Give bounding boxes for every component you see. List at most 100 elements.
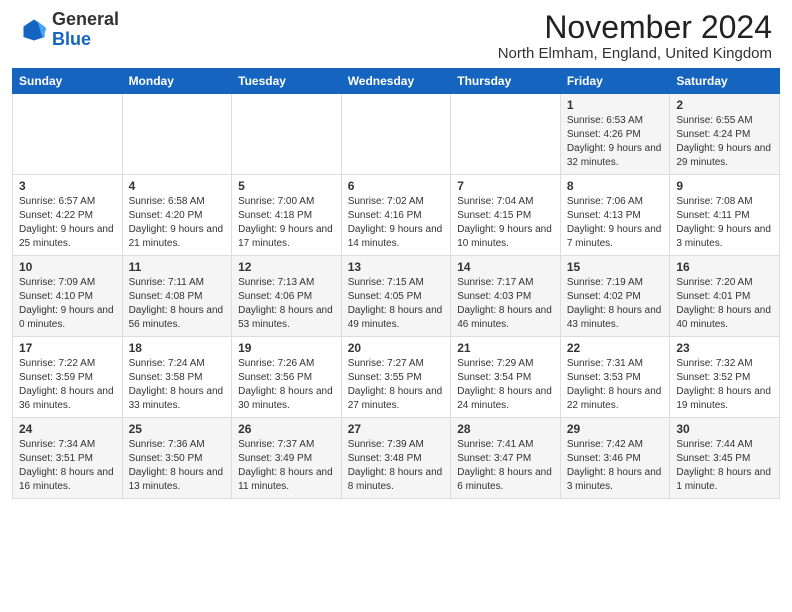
calendar-cell: 9Sunrise: 7:08 AM Sunset: 4:11 PM Daylig… (670, 175, 780, 256)
month-title: November 2024 (498, 10, 772, 45)
day-info: Sunrise: 7:17 AM Sunset: 4:03 PM Dayligh… (457, 276, 554, 332)
day-info: Sunrise: 7:41 AM Sunset: 3:47 PM Dayligh… (457, 438, 554, 494)
weekday-row: Sunday Monday Tuesday Wednesday Thursday… (13, 69, 780, 94)
day-info: Sunrise: 7:39 AM Sunset: 3:48 PM Dayligh… (348, 438, 445, 494)
day-number: 18 (129, 341, 226, 355)
day-info: Sunrise: 7:20 AM Sunset: 4:01 PM Dayligh… (676, 276, 773, 332)
calendar-cell: 15Sunrise: 7:19 AM Sunset: 4:02 PM Dayli… (560, 256, 670, 337)
day-info: Sunrise: 6:53 AM Sunset: 4:26 PM Dayligh… (567, 114, 664, 170)
day-number: 28 (457, 422, 554, 436)
header-thursday: Thursday (451, 69, 561, 94)
header-wednesday: Wednesday (341, 69, 451, 94)
calendar-cell: 16 Sunrise: 7:20 AM Sunset: 4:01 PM Dayli… (670, 256, 780, 337)
calendar-cell: 2Sunrise: 6:55 AM Sunset: 4:24 PM Daylig… (670, 94, 780, 175)
day-number: 6 (348, 179, 445, 193)
calendar-cell: 7Sunrise: 7:04 AM Sunset: 4:15 PM Daylig… (451, 175, 561, 256)
calendar-cell: 4 Sunrise: 6:58 AM Sunset: 4:20 PM Daylig… (122, 175, 232, 256)
day-info: Sunrise: 7:24 AM Sunset: 3:58 PM Dayligh… (129, 357, 226, 413)
calendar-cell (232, 94, 342, 175)
day-info: Sunrise: 7:31 AM Sunset: 3:53 PM Dayligh… (567, 357, 664, 413)
calendar-header: Sunday Monday Tuesday Wednesday Thursday… (13, 69, 780, 94)
day-number: 26 (238, 422, 335, 436)
day-info: Sunrise: 7:08 AM Sunset: 4:11 PM Dayligh… (676, 195, 773, 251)
day-number: 10 (19, 260, 116, 274)
day-number: 16 (676, 260, 773, 274)
logo-general-text: General (52, 9, 119, 29)
calendar-cell: 5 Sunrise: 7:00 AM Sunset: 4:18 PM Daylig… (232, 175, 342, 256)
day-info: Sunrise: 6:58 AM Sunset: 4:20 PM Dayligh… (129, 195, 226, 251)
calendar-cell: 17 Sunrise: 7:22 AM Sunset: 3:59 PM Dayli… (13, 337, 123, 418)
logo-text: General Blue (52, 10, 119, 50)
logo-icon (20, 16, 48, 44)
day-number: 8 (567, 179, 664, 193)
day-number: 12 (238, 260, 335, 274)
day-info: Sunrise: 7:27 AM Sunset: 3:55 PM Dayligh… (348, 357, 445, 413)
calendar-week-5: 24Sunrise: 7:34 AM Sunset: 3:51 PM Dayli… (13, 418, 780, 499)
day-number: 3 (19, 179, 116, 193)
day-info: Sunrise: 7:26 AM Sunset: 3:56 PM Dayligh… (238, 357, 335, 413)
title-area: November 2024 North Elmham, England, Uni… (498, 10, 772, 62)
calendar-cell: 18 Sunrise: 7:24 AM Sunset: 3:58 PM Dayli… (122, 337, 232, 418)
day-info: Sunrise: 7:02 AM Sunset: 4:16 PM Dayligh… (348, 195, 445, 251)
day-number: 4 (129, 179, 226, 193)
calendar-cell: 14 Sunrise: 7:17 AM Sunset: 4:03 PM Dayli… (451, 256, 561, 337)
day-number: 14 (457, 260, 554, 274)
calendar-week-4: 17 Sunrise: 7:22 AM Sunset: 3:59 PM Dayli… (13, 337, 780, 418)
calendar-cell: 30Sunrise: 7:44 AM Sunset: 3:45 PM Dayli… (670, 418, 780, 499)
day-number: 13 (348, 260, 445, 274)
day-info: Sunrise: 7:29 AM Sunset: 3:54 PM Dayligh… (457, 357, 554, 413)
calendar-cell (122, 94, 232, 175)
page-header: General Blue November 2024 North Elmham,… (0, 0, 792, 68)
calendar-cell: 21 Sunrise: 7:29 AM Sunset: 3:54 PM Dayli… (451, 337, 561, 418)
calendar-cell: 11 Sunrise: 7:11 AM Sunset: 4:08 PM Dayli… (122, 256, 232, 337)
day-info: Sunrise: 7:09 AM Sunset: 4:10 PM Dayligh… (19, 276, 116, 332)
calendar-body: 1 Sunrise: 6:53 AM Sunset: 4:26 PM Daylig… (13, 94, 780, 499)
calendar-cell: 3 Sunrise: 6:57 AM Sunset: 4:22 PM Daylig… (13, 175, 123, 256)
day-number: 25 (129, 422, 226, 436)
day-info: Sunrise: 7:42 AM Sunset: 3:46 PM Dayligh… (567, 438, 664, 494)
header-saturday: Saturday (670, 69, 780, 94)
calendar-cell: 1 Sunrise: 6:53 AM Sunset: 4:26 PM Daylig… (560, 94, 670, 175)
calendar-cell: 6 Sunrise: 7:02 AM Sunset: 4:16 PM Daylig… (341, 175, 451, 256)
day-number: 15 (567, 260, 664, 274)
day-info: Sunrise: 7:11 AM Sunset: 4:08 PM Dayligh… (129, 276, 226, 332)
day-number: 20 (348, 341, 445, 355)
calendar-cell: 22Sunrise: 7:31 AM Sunset: 3:53 PM Dayli… (560, 337, 670, 418)
calendar-week-1: 1 Sunrise: 6:53 AM Sunset: 4:26 PM Daylig… (13, 94, 780, 175)
day-number: 24 (19, 422, 116, 436)
calendar-week-3: 10 Sunrise: 7:09 AM Sunset: 4:10 PM Dayli… (13, 256, 780, 337)
calendar-week-2: 3 Sunrise: 6:57 AM Sunset: 4:22 PM Daylig… (13, 175, 780, 256)
day-number: 1 (567, 98, 664, 112)
calendar-cell: 13Sunrise: 7:15 AM Sunset: 4:05 PM Dayli… (341, 256, 451, 337)
day-info: Sunrise: 7:32 AM Sunset: 3:52 PM Dayligh… (676, 357, 773, 413)
day-number: 5 (238, 179, 335, 193)
day-info: Sunrise: 7:00 AM Sunset: 4:18 PM Dayligh… (238, 195, 335, 251)
day-number: 19 (238, 341, 335, 355)
calendar-cell: 12Sunrise: 7:13 AM Sunset: 4:06 PM Dayli… (232, 256, 342, 337)
calendar-table: Sunday Monday Tuesday Wednesday Thursday… (12, 68, 780, 499)
calendar: Sunday Monday Tuesday Wednesday Thursday… (12, 68, 780, 499)
header-friday: Friday (560, 69, 670, 94)
calendar-cell: 27Sunrise: 7:39 AM Sunset: 3:48 PM Dayli… (341, 418, 451, 499)
calendar-cell: 28 Sunrise: 7:41 AM Sunset: 3:47 PM Dayli… (451, 418, 561, 499)
calendar-cell: 8 Sunrise: 7:06 AM Sunset: 4:13 PM Daylig… (560, 175, 670, 256)
calendar-cell (451, 94, 561, 175)
day-number: 23 (676, 341, 773, 355)
header-sunday: Sunday (13, 69, 123, 94)
day-info: Sunrise: 7:36 AM Sunset: 3:50 PM Dayligh… (129, 438, 226, 494)
location: North Elmham, England, United Kingdom (498, 45, 772, 62)
calendar-cell: 29 Sunrise: 7:42 AM Sunset: 3:46 PM Dayli… (560, 418, 670, 499)
day-number: 30 (676, 422, 773, 436)
logo: General Blue (20, 10, 119, 50)
day-number: 11 (129, 260, 226, 274)
day-number: 21 (457, 341, 554, 355)
day-info: Sunrise: 7:22 AM Sunset: 3:59 PM Dayligh… (19, 357, 116, 413)
day-info: Sunrise: 7:06 AM Sunset: 4:13 PM Dayligh… (567, 195, 664, 251)
logo-blue-text: Blue (52, 29, 91, 49)
day-info: Sunrise: 6:57 AM Sunset: 4:22 PM Dayligh… (19, 195, 116, 251)
header-tuesday: Tuesday (232, 69, 342, 94)
day-info: Sunrise: 6:55 AM Sunset: 4:24 PM Dayligh… (676, 114, 773, 170)
day-number: 17 (19, 341, 116, 355)
calendar-cell (341, 94, 451, 175)
day-number: 29 (567, 422, 664, 436)
